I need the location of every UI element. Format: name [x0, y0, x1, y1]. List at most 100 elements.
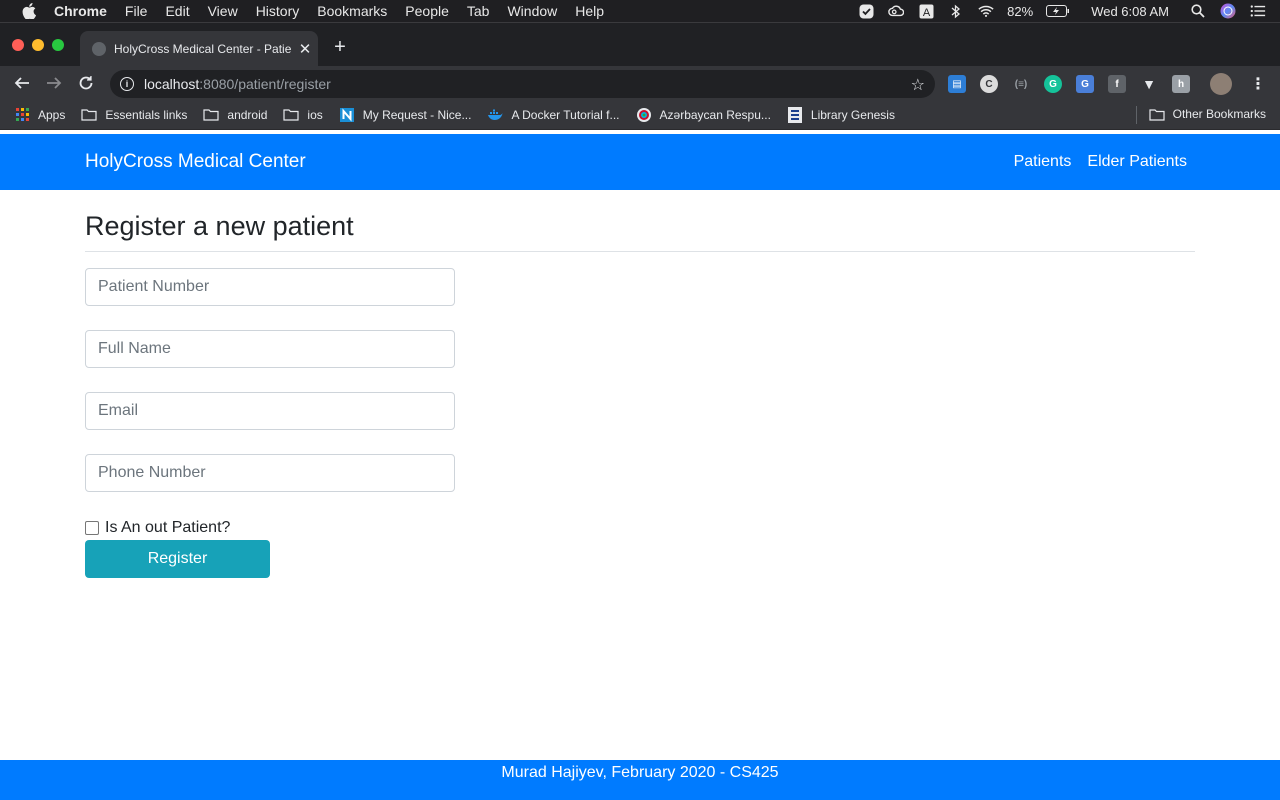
reload-icon[interactable]: [76, 73, 96, 93]
extension-c-icon[interactable]: C: [980, 75, 998, 93]
bookmarks-bar: Apps Essentials links android ios My Req…: [0, 100, 1280, 130]
back-arrow-icon[interactable]: [12, 73, 32, 93]
bookmark-label: Azərbaycan Respu...: [659, 107, 771, 122]
bookmark-label: android: [227, 107, 268, 122]
menu-edit[interactable]: Edit: [165, 3, 189, 19]
n-logo-icon: [339, 107, 355, 122]
apple-logo-icon[interactable]: [20, 3, 38, 19]
emblem-icon: [636, 107, 652, 122]
full-name-input[interactable]: [85, 330, 455, 368]
out-patient-checkbox-row: Is An out Patient?: [85, 519, 230, 537]
bookmark-label: Essentials links: [105, 107, 188, 122]
title-divider: [85, 251, 1195, 252]
nav-link-elder-patients[interactable]: Elder Patients: [1087, 153, 1187, 171]
out-patient-label[interactable]: Is An out Patient?: [105, 519, 230, 537]
fullscreen-window-button[interactable]: [52, 39, 64, 51]
close-tab-icon[interactable]: ✕: [298, 40, 312, 58]
folder-icon: [203, 108, 219, 122]
creative-cloud-icon[interactable]: [888, 3, 905, 19]
minimize-window-button[interactable]: [32, 39, 44, 51]
font-a-icon[interactable]: A: [918, 3, 934, 19]
bookmark-label: My Request - Nice...: [362, 107, 472, 122]
bookmark-label: ios: [307, 107, 323, 122]
folder-icon: [283, 108, 300, 122]
out-patient-checkbox[interactable]: [85, 521, 99, 535]
phone-number-input[interactable]: [85, 454, 455, 492]
browser-toolbar: i localhost:8080/patient/register ☆ ▤ C …: [0, 66, 1280, 100]
page-title: Register a new patient: [85, 211, 354, 241]
extension-translate-icon[interactable]: ▤: [948, 75, 966, 93]
vue-devtools-icon[interactable]: ▼: [1140, 75, 1158, 93]
spotlight-search-icon[interactable]: [1190, 3, 1206, 19]
bookmark-label: Library Genesis: [810, 107, 895, 122]
menu-bookmarks[interactable]: Bookmarks: [317, 3, 387, 19]
bookmark-apps[interactable]: Apps: [14, 108, 65, 122]
wifi-icon[interactable]: [978, 3, 994, 19]
menu-window[interactable]: Window: [507, 3, 557, 19]
tab-title: HolyCross Medical Center - Patie: [114, 42, 292, 56]
menu-file[interactable]: File: [125, 3, 148, 19]
menu-people[interactable]: People: [405, 3, 449, 19]
apps-grid-icon: [14, 108, 30, 122]
bookmark-android[interactable]: android: [203, 108, 267, 122]
folder-icon: [1149, 108, 1165, 121]
bookmark-ios[interactable]: ios: [283, 107, 323, 122]
forward-arrow-icon[interactable]: [44, 73, 64, 93]
bookmark-docker-tutorial[interactable]: A Docker Tutorial f...: [487, 107, 620, 122]
globe-favicon-icon: [92, 42, 106, 56]
folder-icon: [81, 108, 97, 122]
clock[interactable]: Wed 6:08 AM: [1091, 4, 1169, 19]
register-button[interactable]: Register: [85, 540, 270, 578]
checkmark-icon[interactable]: [858, 3, 874, 19]
email-input[interactable]: [85, 392, 455, 430]
address-bar[interactable]: i localhost:8080/patient/register ☆: [110, 70, 935, 98]
site-navbar: HolyCross Medical Center Patients Elder …: [0, 134, 1280, 190]
extension-h-icon[interactable]: h: [1172, 75, 1190, 93]
bookmark-my-request[interactable]: My Request - Nice...: [339, 107, 472, 122]
site-brand[interactable]: HolyCross Medical Center: [85, 151, 306, 173]
grammarly-icon[interactable]: G: [1044, 75, 1062, 93]
bookmark-azerbaycan[interactable]: Azərbaycan Respu...: [636, 107, 771, 122]
menu-app-chrome[interactable]: Chrome: [54, 3, 107, 19]
bookmark-star-icon[interactable]: ☆: [911, 75, 925, 95]
close-window-button[interactable]: [12, 39, 24, 51]
other-bookmarks-label: Other Bookmarks: [1172, 107, 1266, 121]
nav-link-patients[interactable]: Patients: [1014, 153, 1072, 171]
docker-icon: [487, 108, 503, 122]
window-controls: [12, 39, 64, 51]
patient-number-input[interactable]: [85, 268, 455, 306]
menu-history[interactable]: History: [256, 3, 300, 19]
extension-braces-icon[interactable]: (≡): [1012, 75, 1030, 93]
bookmark-label: Apps: [38, 107, 66, 122]
facebook-icon[interactable]: f: [1108, 75, 1126, 93]
bookmark-other-bookmarks[interactable]: Other Bookmarks: [1149, 107, 1266, 121]
bookmark-essentials-links[interactable]: Essentials links: [81, 108, 187, 122]
browser-tab-active[interactable]: HolyCross Medical Center - Patie ✕: [80, 31, 318, 67]
browser-tab-strip: HolyCross Medical Center - Patie ✕ +: [0, 22, 1280, 67]
new-tab-icon[interactable]: +: [330, 37, 350, 57]
navbar-links: Patients Elder Patients: [1014, 153, 1187, 171]
library-icon: [787, 106, 803, 123]
url-host: localhost: [144, 76, 200, 92]
macos-menu-bar: Chrome File Edit View History Bookmarks …: [0, 0, 1280, 22]
battery-percent: 82%: [1007, 3, 1034, 19]
bookmark-label: A Docker Tutorial f...: [511, 107, 620, 122]
bluetooth-icon[interactable]: [948, 3, 964, 19]
menu-help[interactable]: Help: [575, 3, 604, 19]
svg-text:A: A: [922, 7, 930, 19]
chrome-menu-icon[interactable]: ⋮: [1250, 74, 1266, 94]
site-footer: Murad Hajiyev, February 2020 - CS425: [0, 760, 1280, 800]
google-translate-icon[interactable]: G: [1076, 75, 1094, 93]
menu-view[interactable]: View: [208, 3, 238, 19]
bookmarks-separator: [1136, 106, 1137, 124]
url-path: :8080/patient/register: [199, 76, 331, 92]
menu-tab[interactable]: Tab: [467, 3, 490, 19]
siri-icon[interactable]: [1220, 3, 1236, 19]
bookmark-library-genesis[interactable]: Library Genesis: [787, 106, 895, 123]
menubar-status-area: A 82% Wed 6:08 AM: [851, 0, 1280, 22]
notification-center-icon[interactable]: [1250, 3, 1266, 19]
battery-charging-icon[interactable]: [1046, 3, 1070, 19]
profile-avatar[interactable]: [1210, 73, 1232, 95]
footer-text: Murad Hajiyev, February 2020 - CS425: [501, 764, 779, 781]
site-info-icon[interactable]: i: [120, 77, 134, 91]
